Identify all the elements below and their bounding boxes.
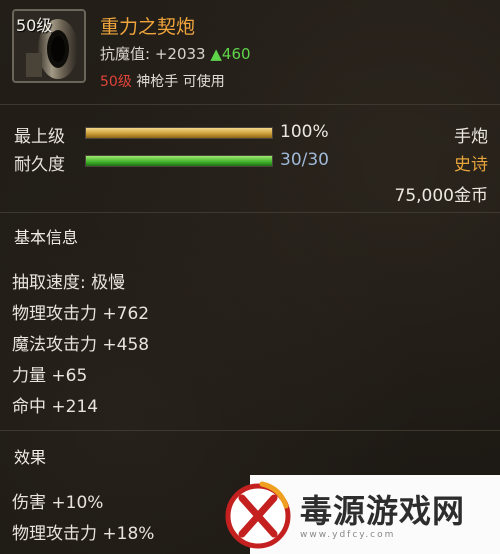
stat-increase: ▲460: [210, 45, 251, 63]
attr-line: 力量 +65: [12, 366, 88, 386]
grade-bar-fill: [86, 128, 272, 138]
durability-bar-fill: [86, 156, 272, 166]
anti-magic-stat: 抗魔值: +2033 ▲460: [100, 43, 251, 64]
durability-value: 30/30: [280, 150, 329, 170]
requirement-line: 50级 神枪手 可使用: [100, 71, 225, 91]
divider: [0, 212, 500, 213]
required-level: 50级: [100, 74, 132, 90]
item-tooltip: 50级 重力之契炮 抗魔值: +2033 ▲460 50级 神枪手 可使用 最上…: [0, 0, 500, 554]
item-icon-slot[interactable]: 50级: [12, 9, 86, 83]
watermark-text: 毒源游戏网: [300, 492, 466, 530]
divider: [0, 430, 500, 431]
watermark-url: www.ydfcy.com: [300, 530, 396, 540]
price-label: 75,000金币: [394, 186, 488, 206]
stat-label: 抗魔值:: [100, 45, 151, 63]
attr-line: 命中 +214: [12, 397, 99, 417]
stat-value: +2033: [154, 45, 206, 63]
attr-line: 魔法攻击力 +458: [12, 335, 150, 355]
section-title-basic-info: 基本信息: [14, 228, 79, 247]
grade-label: 最上级: [14, 127, 65, 147]
effect-line: 物理攻击力 +18%: [12, 524, 155, 544]
rarity-label: 史诗: [454, 155, 488, 175]
durability-bar: [85, 155, 273, 167]
durability-label: 耐久度: [14, 155, 65, 175]
grade-value: 100%: [280, 122, 329, 142]
grade-bar: [85, 127, 273, 139]
section-title-effects: 效果: [14, 448, 47, 467]
attr-line: 抽取速度: 极慢: [12, 273, 126, 293]
item-name: 重力之契炮: [100, 16, 196, 38]
attr-line: 物理攻击力 +762: [12, 304, 150, 324]
required-class: 神枪手 可使用: [136, 74, 225, 90]
item-type: 手炮: [454, 127, 488, 147]
item-level-badge: 50级: [16, 16, 53, 35]
watermark-logo-icon: [225, 481, 291, 549]
effect-line: 伤害 +10%: [12, 493, 104, 513]
divider: [0, 104, 500, 105]
